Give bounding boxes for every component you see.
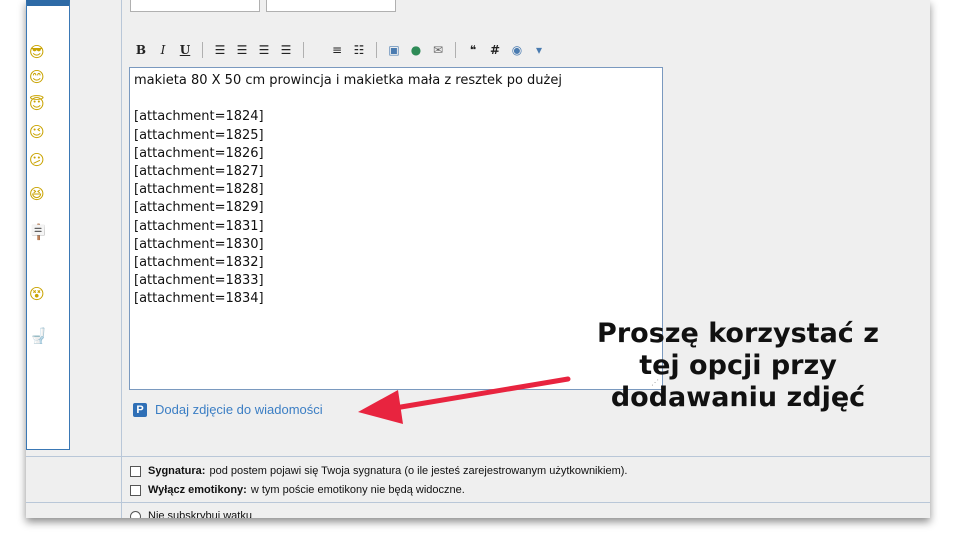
- annotation-arrow: [358, 376, 571, 424]
- arrow-head: [358, 390, 403, 424]
- arrow-shaft: [392, 376, 571, 411]
